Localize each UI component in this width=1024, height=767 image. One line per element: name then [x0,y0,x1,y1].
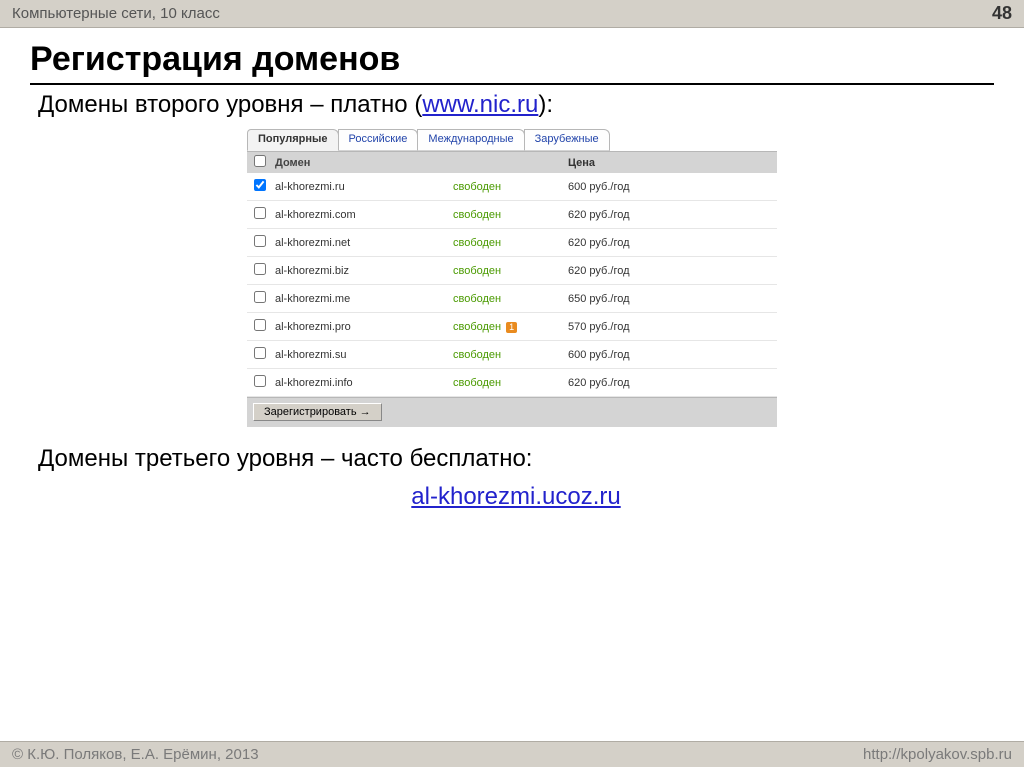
widget-header-row: Домен Цена [247,151,777,173]
footer-url: http://kpolyakov.spb.ru [863,746,1012,763]
table-row: al-khorezmi.proсвободен 1570 руб./год [247,313,777,341]
domain-name: al-khorezmi.com [273,209,453,221]
domain-price: 570 руб./год [568,321,777,333]
col-header-price: Цена [568,157,777,169]
domain-price: 620 руб./год [568,265,777,277]
domain-price: 650 руб./год [568,293,777,305]
domain-name: al-khorezmi.biz [273,265,453,277]
domain-status: свободен [453,209,568,221]
domain-checkbox[interactable] [254,347,266,359]
table-row: al-khorezmi.meсвободен650 руб./год [247,285,777,313]
ucoz-link[interactable]: al-khorezmi.ucoz.ru [411,483,620,510]
para1-prefix: Домены второго уровня – платно ( [38,91,422,118]
domain-status: свободен [453,349,568,361]
domain-checkbox[interactable] [254,319,266,331]
topbar: Компьютерные сети, 10 класс 48 [0,0,1024,28]
domain-checkbox[interactable] [254,263,266,275]
domain-status: свободен [453,293,568,305]
domain-checkbox[interactable] [254,375,266,387]
footer-authors: © К.Ю. Поляков, Е.А. Ерёмин, 2013 [12,746,259,763]
tab-foreign[interactable]: Зарубежные [524,129,610,151]
domain-checkbox[interactable] [254,291,266,303]
table-row: al-khorezmi.comсвободен620 руб./год [247,201,777,229]
table-row: al-khorezmi.bizсвободен620 руб./год [247,257,777,285]
paragraph-third-level: Домены третьего уровня – часто бесплатно… [38,445,994,473]
domain-name: al-khorezmi.su [273,349,453,361]
widget-rows: al-khorezmi.ruсвободен600 руб./годal-kho… [247,173,777,397]
domain-checkbox[interactable] [254,207,266,219]
table-row: al-khorezmi.suсвободен600 руб./год [247,341,777,369]
page-number: 48 [992,3,1012,24]
domain-widget: Популярные Российские Международные Зару… [247,129,777,427]
paragraph-second-level: Домены второго уровня – платно (www.nic.… [38,91,994,119]
domain-name: al-khorezmi.pro [273,321,453,333]
select-all-checkbox[interactable] [254,155,266,167]
course-label: Компьютерные сети, 10 класс [12,5,220,22]
footer: © К.Ю. Поляков, Е.А. Ерёмин, 2013 http:/… [0,741,1024,767]
domain-status: свободен 1 [453,321,568,333]
domain-name: al-khorezmi.ru [273,181,453,193]
domain-price: 600 руб./год [568,349,777,361]
widget-footer: Зарегистрировать → [247,397,777,427]
table-row: al-khorezmi.netсвободен620 руб./год [247,229,777,257]
tab-international[interactable]: Международные [417,129,524,151]
domain-price: 600 руб./год [568,181,777,193]
domain-price: 620 руб./год [568,377,777,389]
slide-body: Регистрация доменов Домены второго уровн… [0,28,1024,728]
status-flag-icon: 1 [506,322,517,333]
domain-price: 620 руб./год [568,209,777,221]
slide-title: Регистрация доменов [30,40,994,85]
domain-status: свободен [453,237,568,249]
col-header-domain: Домен [273,157,453,169]
widget-tabs: Популярные Российские Международные Зару… [247,129,777,151]
domain-name: al-khorezmi.info [273,377,453,389]
tab-russian[interactable]: Российские [338,129,419,151]
register-button[interactable]: Зарегистрировать → [253,403,382,421]
nic-ru-link[interactable]: www.nic.ru [422,91,538,118]
domain-checkbox[interactable] [254,235,266,247]
para1-suffix: ): [538,91,553,118]
tab-popular[interactable]: Популярные [247,129,339,151]
table-row: al-khorezmi.ruсвободен600 руб./год [247,173,777,201]
domain-status: свободен [453,181,568,193]
table-row: al-khorezmi.infoсвободен620 руб./год [247,369,777,397]
third-level-link-line: al-khorezmi.ucoz.ru [38,483,994,511]
domain-name: al-khorezmi.net [273,237,453,249]
domain-status: свободен [453,265,568,277]
domain-status: свободен [453,377,568,389]
domain-name: al-khorezmi.me [273,293,453,305]
domain-checkbox[interactable] [254,179,266,191]
domain-price: 620 руб./год [568,237,777,249]
